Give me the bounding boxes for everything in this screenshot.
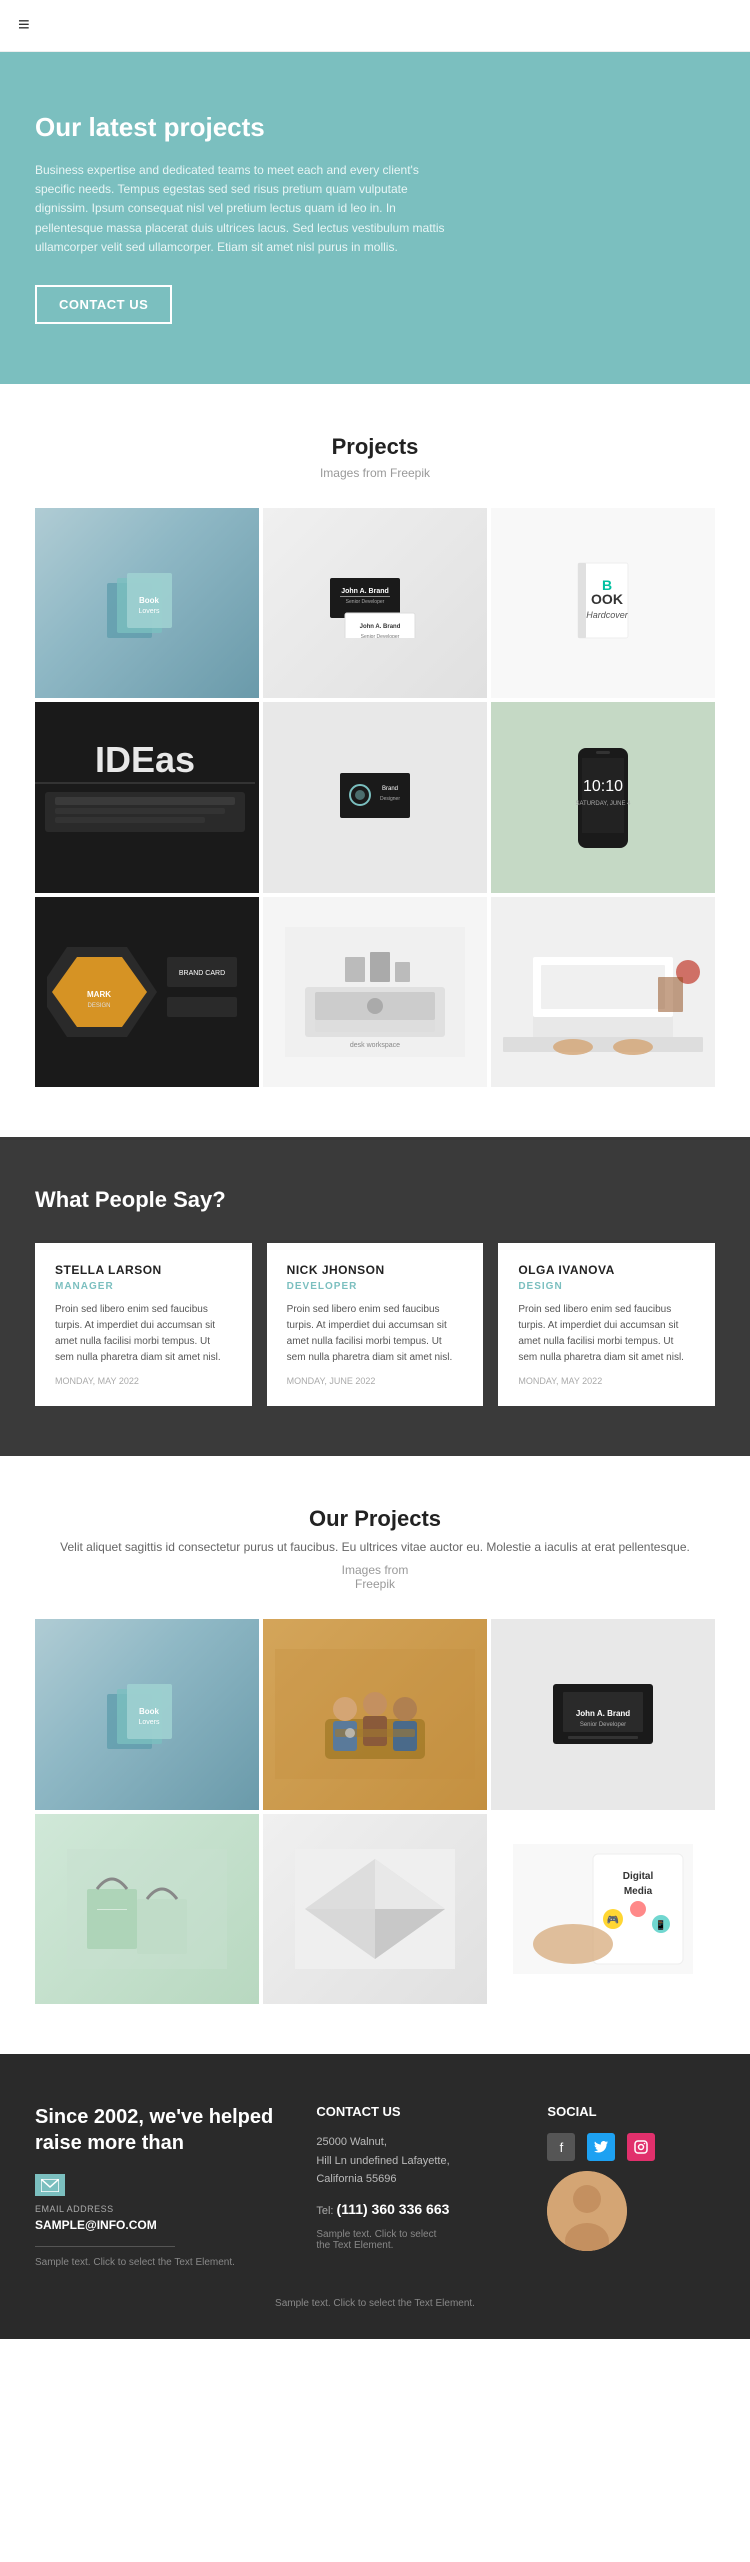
our-project-image-3[interactable]: John A. Brand Senior Developer xyxy=(491,1619,715,1809)
svg-text:Book: Book xyxy=(139,596,160,605)
testimonial-card-2: NICK JHONSON DEVELOPER Proin sed libero … xyxy=(267,1243,484,1406)
testimonial-text-3: Proin sed libero enim sed faucibus turpi… xyxy=(518,1302,695,1366)
svg-text:OOK: OOK xyxy=(591,591,623,607)
svg-text:Senior Developer: Senior Developer xyxy=(361,634,400,638)
footer-sample-text-2: Sample text. Click to select the Text El… xyxy=(316,2229,517,2251)
svg-text:Brand: Brand xyxy=(382,786,398,792)
footer-email-value: SAMPLE@INFO.COM xyxy=(35,2218,286,2232)
testimonial-role-3: DESIGN xyxy=(518,1281,695,1292)
svg-text:🎮: 🎮 xyxy=(607,1915,619,1926)
testimonial-date-1: MONDAY, MAY 2022 xyxy=(55,1376,232,1386)
projects-subtitle: Images from Freepik xyxy=(35,466,715,480)
footer-sample-text-1: Sample text. Click to select the Text El… xyxy=(35,2257,286,2268)
our-projects-grid: Book Lovers xyxy=(35,1619,715,2004)
testimonial-role-2: DEVELOPER xyxy=(287,1281,464,1292)
our-projects-section: Our Projects Velit aliquet sagittis id c… xyxy=(0,1456,750,2054)
svg-text:📱: 📱 xyxy=(655,1919,666,1930)
hero-title: Our latest projects xyxy=(35,112,715,143)
footer-tagline: Since 2002, we've helped raise more than xyxy=(35,2104,286,2156)
testimonial-text-1: Proin sed libero enim sed faucibus turpi… xyxy=(55,1302,232,1366)
social-icon-facebook[interactable]: f xyxy=(547,2133,575,2161)
footer-address: 25000 Walnut, Hill Ln undefined Lafayett… xyxy=(316,2133,517,2189)
svg-text:Lovers: Lovers xyxy=(138,1719,160,1726)
hero-section: Our latest projects Business expertise a… xyxy=(0,52,750,384)
hero-description: Business expertise and dedicated teams t… xyxy=(35,161,455,257)
project-image-7[interactable]: MARK DESIGN BRAND CARD xyxy=(35,897,259,1087)
footer-col-2: CONTACT US 25000 Walnut, Hill Ln undefin… xyxy=(316,2104,517,2268)
svg-text:DESIGN: DESIGN xyxy=(87,1003,110,1009)
testimonial-card-3: OLGA IVANOVA DESIGN Proin sed libero eni… xyxy=(498,1243,715,1406)
project-image-8[interactable]: desk workspace xyxy=(263,897,487,1087)
svg-text:John A. Brand: John A. Brand xyxy=(360,624,401,630)
our-project-image-6[interactable]: Digital Media 🎮 📱 xyxy=(491,1814,715,2004)
testimonial-name-1: STELLA LARSON xyxy=(55,1263,232,1277)
social-icon-instagram[interactable] xyxy=(627,2133,655,2161)
our-projects-description: Velit aliquet sagittis id consectetur pu… xyxy=(35,1538,715,1557)
svg-text:10:10: 10:10 xyxy=(583,778,623,795)
svg-text:Book: Book xyxy=(139,1707,160,1716)
svg-text:MARK: MARK xyxy=(87,990,111,999)
svg-text:IDEas: IDEas xyxy=(95,739,195,780)
footer-col-3: SOCIAL f xyxy=(547,2104,715,2268)
our-project-image-2[interactable] xyxy=(263,1619,487,1809)
svg-text:Senior Developer: Senior Developer xyxy=(580,1722,626,1728)
footer-bottom-sample: Sample text. Click to select the Text El… xyxy=(35,2288,715,2309)
projects-title: Projects xyxy=(35,434,715,460)
our-projects-images-from: Images from Freepik xyxy=(35,1563,715,1591)
footer-email-icon xyxy=(35,2174,65,2196)
our-project-image-5[interactable] xyxy=(263,1814,487,2004)
testimonial-text-2: Proin sed libero enim sed faucibus turpi… xyxy=(287,1302,464,1366)
svg-text:BRAND CARD: BRAND CARD xyxy=(179,970,225,977)
projects-section: Projects Images from Freepik Book Lovers xyxy=(0,384,750,1137)
footer-email-label: EMAIL ADDRESS xyxy=(35,2204,286,2214)
projects-grid: Book Lovers John A. Brand Senior Develop… xyxy=(35,508,715,1087)
project-image-1[interactable]: Book Lovers xyxy=(35,508,259,698)
project-image-2[interactable]: John A. Brand Senior Developer John A. B… xyxy=(263,508,487,698)
svg-text:Senior Developer: Senior Developer xyxy=(346,599,385,605)
footer-tel: (111) 360 336 663 xyxy=(337,2201,450,2217)
our-projects-title: Our Projects xyxy=(35,1506,715,1532)
svg-text:Digital: Digital xyxy=(623,1871,654,1882)
testimonial-date-3: MONDAY, MAY 2022 xyxy=(518,1376,695,1386)
project-image-4[interactable]: IDEas xyxy=(35,702,259,892)
testimonial-date-2: MONDAY, JUNE 2022 xyxy=(287,1376,464,1386)
footer-col-1: Since 2002, we've helped raise more than… xyxy=(35,2104,286,2268)
social-icons-row: f xyxy=(547,2133,715,2161)
testimonial-name-3: OLGA IVANOVA xyxy=(518,1263,695,1277)
project-image-5[interactable]: Brand Designer xyxy=(263,702,487,892)
our-project-image-1[interactable]: Book Lovers xyxy=(35,1619,259,1809)
project-image-6[interactable]: 10:10 SATURDAY, JUNE 4 xyxy=(491,702,715,892)
svg-text:SATURDAY, JUNE 4: SATURDAY, JUNE 4 xyxy=(575,801,631,807)
svg-text:Hardcover: Hardcover xyxy=(586,610,629,620)
svg-text:desk workspace: desk workspace xyxy=(350,1042,400,1049)
svg-text:John A. Brand: John A. Brand xyxy=(576,1709,630,1718)
svg-text:Media: Media xyxy=(624,1886,653,1897)
footer-social-title: SOCIAL xyxy=(547,2104,715,2119)
svg-text:John A. Brand: John A. Brand xyxy=(341,588,389,595)
testimonial-role-1: MANAGER xyxy=(55,1281,232,1292)
contact-us-button[interactable]: CONTACT US xyxy=(35,285,172,324)
footer: Since 2002, we've helped raise more than… xyxy=(0,2054,750,2339)
project-image-9[interactable] xyxy=(491,897,715,1087)
footer-grid: Since 2002, we've helped raise more than… xyxy=(35,2104,715,2268)
social-icon-twitter[interactable] xyxy=(587,2133,615,2161)
testimonial-name-2: NICK JHONSON xyxy=(287,1263,464,1277)
hamburger-bar: ≡ xyxy=(0,0,750,52)
testimonials-grid: STELLA LARSON MANAGER Proin sed libero e… xyxy=(35,1243,715,1406)
hamburger-icon[interactable]: ≡ xyxy=(18,14,30,37)
testimonial-card-1: STELLA LARSON MANAGER Proin sed libero e… xyxy=(35,1243,252,1406)
testimonials-title: What People Say? xyxy=(35,1187,715,1213)
svg-text:Designer: Designer xyxy=(380,796,400,802)
our-project-image-4[interactable] xyxy=(35,1814,259,2004)
testimonials-section: What People Say? STELLA LARSON MANAGER P… xyxy=(0,1137,750,1456)
footer-tel-label: Tel: (111) 360 336 663 xyxy=(316,2201,517,2217)
svg-text:Lovers: Lovers xyxy=(138,608,160,615)
project-image-3[interactable]: B OOK Hardcover xyxy=(491,508,715,698)
footer-contact-title: CONTACT US xyxy=(316,2104,517,2119)
footer-avatar xyxy=(547,2171,627,2251)
